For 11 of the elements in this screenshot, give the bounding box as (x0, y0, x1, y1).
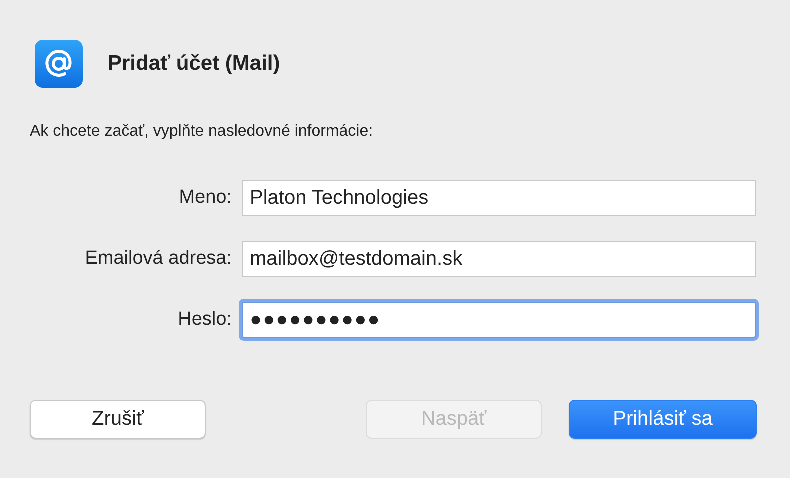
instruction-text: Ak chcete začať, vyplňte nasledovné informácie: (30, 123, 374, 141)
input-field[interactable]: ●●●●●●●●●● (242, 302, 756, 338)
sign-in-button[interactable]: Prihlásiť sa (569, 400, 757, 439)
input-field[interactable]: Platon Technologies (242, 180, 756, 216)
field-label: Emailová adresa: (84, 248, 232, 270)
field-label: Heslo: (177, 309, 232, 331)
dialog-title: Pridať účet (Mail) (108, 52, 280, 76)
input-field[interactable]: mailbox@testdomain.sk (242, 241, 756, 277)
cancel-button[interactable]: Zrušiť (30, 400, 206, 439)
at-sign-icon (35, 40, 83, 88)
field-label: Meno: (178, 187, 232, 209)
